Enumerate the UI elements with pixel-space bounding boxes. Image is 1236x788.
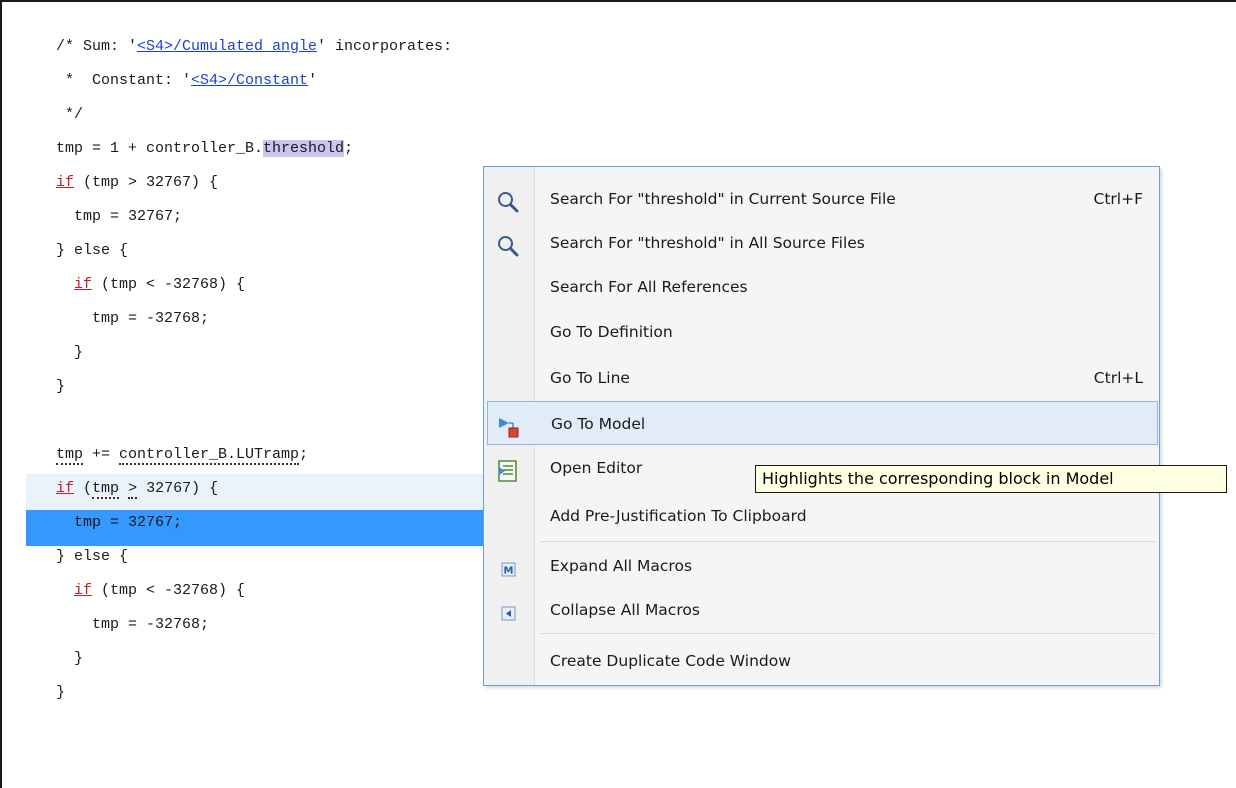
menu-item-create-duplicate-window[interactable]: Create Duplicate Code Window [484, 639, 1159, 683]
magnifier-icon [496, 231, 520, 257]
menu-item-search-current-file[interactable]: Search For "threshold" in Current Source… [484, 177, 1159, 221]
menu-separator [540, 633, 1155, 634]
comment-text: * Constant: ' [56, 72, 192, 89]
code-line: tmp = 32767; [56, 514, 183, 531]
menu-item-shortcut: Ctrl+F [1093, 190, 1143, 208]
menu-item-label: Go To Model [551, 415, 646, 433]
identifier-tmp[interactable]: tmp [56, 446, 84, 465]
expand-macros-icon: M [496, 554, 520, 578]
comment-text: /* Sum: ' [56, 38, 138, 55]
code-line: } else { [56, 548, 129, 565]
menu-item-label: Open Editor [550, 459, 643, 477]
keyword-if[interactable]: if [56, 174, 74, 191]
menu-item-label: Create Duplicate Code Window [550, 652, 791, 670]
tooltip: Highlights the corresponding block in Mo… [755, 465, 1227, 493]
menu-item-go-to-line[interactable]: Go To Line Ctrl+L [484, 356, 1159, 400]
menu-item-label: Go To Definition [550, 323, 673, 341]
operator-greater[interactable]: > [128, 480, 138, 499]
code-line: } [56, 684, 66, 701]
code-line: if (tmp < -32768) { [56, 574, 452, 608]
code-line: tmp = -32768; [56, 310, 210, 327]
code-line: } [56, 344, 84, 361]
menu-item-label: Search For "threshold" in All Source Fil… [550, 234, 865, 252]
identifier-lutramp[interactable]: controller_B.LUTramp [119, 446, 300, 465]
code-line: if (tmp < -32768) { [56, 268, 452, 302]
link-cumulated-angle[interactable]: <S4>/Cumulated angle [137, 38, 317, 55]
code-text: (tmp > 32767) { [74, 174, 219, 191]
menu-item-label: Collapse All Macros [550, 601, 700, 619]
menu-item-add-pre-justification[interactable]: Add Pre-Justification To Clipboard [484, 494, 1159, 538]
comment-text: ' [308, 72, 318, 89]
menu-item-label: Add Pre-Justification To Clipboard [550, 507, 807, 525]
open-editor-icon [496, 456, 520, 482]
code-text: tmp = 1 + controller_B. [56, 140, 264, 157]
code-line: tmp = -32768; [56, 616, 210, 633]
collapse-macros-icon [496, 598, 520, 622]
window-left-border [0, 0, 2, 788]
keyword-if[interactable]: if [56, 480, 74, 497]
code-line: tmp = 32767; [56, 208, 183, 225]
code-text: ; [299, 446, 309, 463]
window-top-border [0, 0, 1236, 2]
menu-item-go-to-model[interactable]: Go To Model [487, 401, 1158, 445]
menu-item-label: Expand All Macros [550, 557, 693, 575]
code-text: (tmp < -32768) { [92, 582, 246, 599]
keyword-if[interactable]: if [74, 582, 92, 599]
context-menu: Search For "threshold" in Current Source… [483, 166, 1160, 686]
menu-separator [540, 541, 1155, 542]
keyword-if[interactable]: if [74, 276, 92, 293]
code-text: += [83, 446, 120, 463]
svg-text:M: M [504, 566, 514, 577]
menu-item-label: Search For "threshold" in Current Source… [550, 190, 896, 208]
comment-text: ' incorporates: [317, 38, 453, 55]
menu-item-label: Go To Line [550, 369, 630, 387]
menu-item-shortcut: Ctrl+L [1093, 369, 1143, 387]
code-text: 32767) { [137, 480, 219, 497]
menu-item-label: Search For All References [550, 278, 748, 296]
code-text: (tmp < -32768) { [92, 276, 246, 293]
code-view[interactable]: /* Sum: '<S4>/Cumulated angle' incorpora… [56, 30, 452, 710]
code-line: } [56, 650, 84, 667]
code-line: } [56, 378, 66, 395]
code-text: ; [344, 140, 354, 157]
code-line: } else { [56, 242, 129, 259]
menu-item-collapse-all-macros[interactable]: Collapse All Macros [484, 588, 1159, 632]
menu-item-search-all-references[interactable]: Search For All References [484, 265, 1159, 309]
code-line: */ [56, 106, 84, 123]
selected-identifier-threshold[interactable]: threshold [263, 140, 345, 157]
go-to-model-icon [497, 412, 521, 438]
code-text: ( [74, 480, 93, 497]
link-constant[interactable]: <S4>/Constant [191, 72, 308, 89]
menu-item-expand-all-macros[interactable]: M Expand All Macros [484, 544, 1159, 588]
magnifier-icon [496, 187, 520, 213]
menu-item-search-all-files[interactable]: Search For "threshold" in All Source Fil… [484, 221, 1159, 265]
code-line-selected: if (tmp > 32767) { [56, 472, 452, 506]
code-line: tmp += controller_B.LUTramp; [56, 438, 452, 472]
code-line: /* Sum: '<S4>/Cumulated angle' incorpora… [56, 30, 452, 64]
code-line: * Constant: '<S4>/Constant' [56, 64, 452, 98]
menu-item-go-to-definition[interactable]: Go To Definition [484, 310, 1159, 354]
identifier-tmp[interactable]: tmp [92, 480, 120, 499]
code-line: if (tmp > 32767) { [56, 166, 452, 200]
code-line: tmp = 1 + controller_B.threshold; [56, 132, 452, 166]
